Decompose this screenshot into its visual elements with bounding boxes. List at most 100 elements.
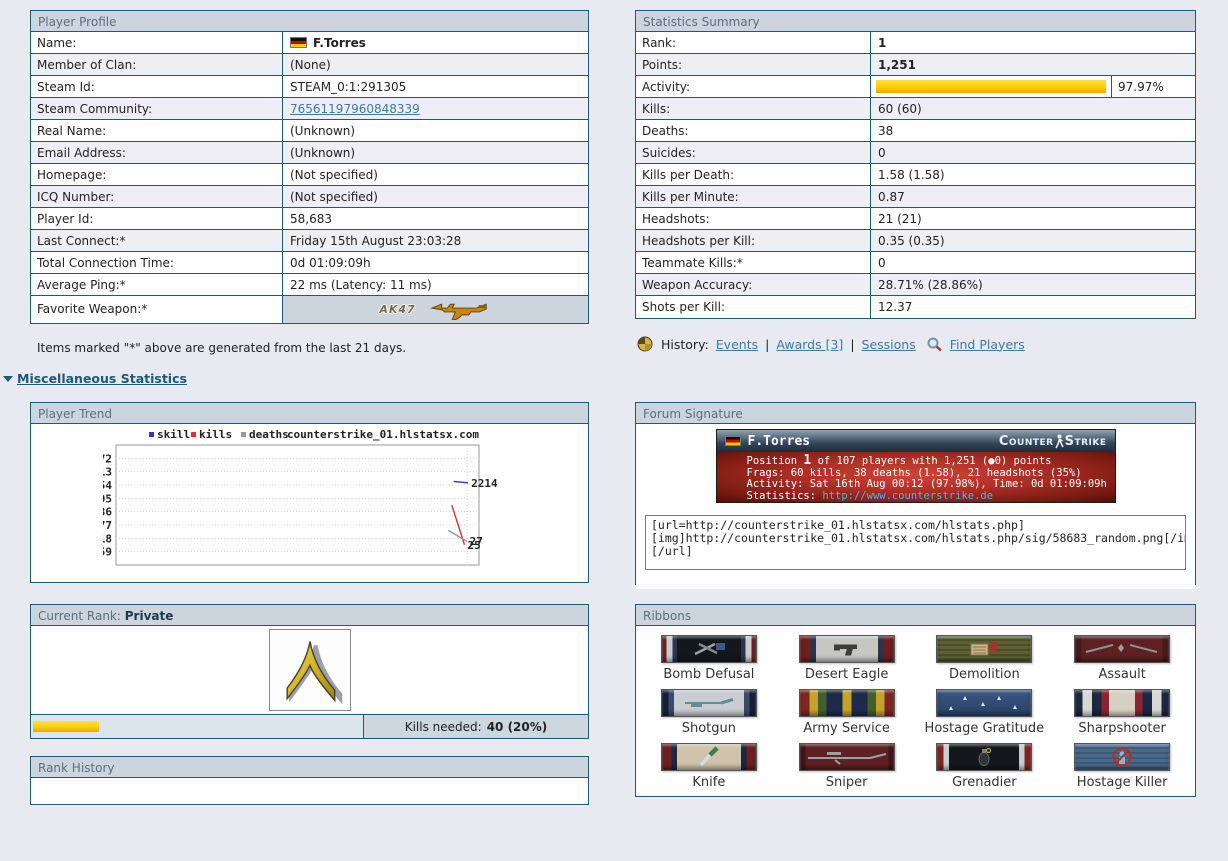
pistol-icon [833,644,857,656]
row-label: Total Connection Time: [31,252,283,273]
rank-history-body [31,778,588,804]
table-row: Homepage: (Not specified) [31,164,588,186]
signature-bbcode-box[interactable]: [url=http://counterstrike_01.hlstatsx.co… [645,515,1186,570]
player-trend-panel: Player Trend skill kills deaths counters… [30,402,589,583]
player-name: F.Torres [313,35,366,50]
table-row: Player Id: 58,683 [31,208,588,230]
kills-needed-value: 40 (20%) [486,719,548,734]
legend-label-skill: skill [157,428,190,441]
legend-swatch-skill [149,432,154,437]
ribbon-label: Demolition [948,667,1020,682]
table-row: Last Connect:* Friday 15th August 23:03:… [31,230,588,252]
row-label: Activity: [636,76,871,97]
table-row: Email Address: (Unknown) [31,142,588,164]
table-row: Favorite Weapon:* AK47 [31,296,588,323]
teammate-kills-value: 0 [878,255,886,270]
suicides-value: 0 [878,145,886,160]
rank-value: 1 [878,35,887,50]
miscellaneous-statistics-link[interactable]: Miscellaneous Statistics [17,371,187,386]
rank-insignia-image [268,629,351,711]
y-tick: 1077 [103,519,112,532]
rank-history-panel: Rank History [30,756,589,805]
steam-id-value: STEAM_0:1:291305 [290,79,407,94]
history-links-row: History: Events | Awards [3] | Sessions … [637,336,1025,352]
trend-chart: skill kills deaths counterstrike_01.hlst… [31,424,588,582]
activity-bar [876,80,1107,93]
find-players-link[interactable]: Find Players [950,337,1025,352]
table-row: Deaths: 38 [636,120,1195,142]
table-row: Shots per Kill: 12.37 [636,296,1195,318]
bbcode-line: [/url] [651,544,693,558]
player-profile-panel: Player Profile Name: F.Torres Member of … [30,10,589,324]
headshots-value: 21 (21) [878,211,922,226]
row-label: Member of Clan: [31,54,283,75]
current-rank-label: Current Rank: [38,609,121,623]
email-value: (Unknown) [290,145,356,160]
counter-strike-figure-icon [1054,434,1064,448]
signature-position-line: Position 1 of 107 players with 1,251 (●0… [746,453,1052,468]
ribbon-item: Knife [640,743,778,790]
legend-label-kills: kills [199,428,232,441]
row-label: Average Ping:* [31,274,283,295]
row-label: Shots per Kill: [636,296,871,318]
ribbon-item: Hostage Gratitude [916,689,1054,736]
y-tick: 2513 [103,466,112,479]
ribbon-label: Desert Eagle [804,667,889,682]
ribbon-item: Desert Eagle [778,635,916,682]
desert-eagle-ribbon-image [798,635,895,663]
table-row: Suicides: 0 [636,142,1195,164]
last-connect-value: Friday 15th August 23:03:28 [290,233,462,248]
connection-time-value: 0d 01:09:09h [290,255,371,270]
table-row: Real Name: (Unknown) [31,120,588,142]
private-chevron-icon [285,641,342,705]
ribbon-item: Army Service [778,689,916,736]
awards-link[interactable]: Awards [3] [776,337,843,352]
ribbon-item: Sharpshooter [1053,689,1191,736]
y-tick: 2872 [103,452,112,465]
hostage-gratitude-ribbon-image [936,689,1033,717]
table-row: Total Connection Time: 0d 01:09:09h [31,252,588,274]
history-icon [637,336,653,352]
sessions-link[interactable]: Sessions [862,337,916,352]
plot-area [115,444,480,566]
army-service-ribbon-image [798,689,895,717]
row-label: Favorite Weapon:* [31,296,283,323]
ribbon-label: Grenadier [952,775,1017,790]
row-label: Weapon Accuracy: [636,274,871,295]
kills-needed-label: Kills needed: [404,719,482,734]
c4-explosive-icon [970,642,998,656]
shotgun-ribbon-image [660,689,757,717]
table-row: Member of Clan: (None) [31,54,588,76]
table-row: Headshots per Kill: 0.35 (0.35) [636,230,1195,252]
player-id-value: 58,683 [290,211,332,226]
activity-percent: 97.97% [1111,76,1195,97]
table-row: Kills per Death: 1.58 (1.58) [636,164,1195,186]
current-rank-header: Current Rank: Private [31,605,588,626]
table-row: Weapon Accuracy: 28.71% (28.86%) [636,274,1195,296]
legend-label-deaths: deaths [249,428,289,441]
rank-progress-bar [33,721,99,732]
deaths-end-label: 27 [470,535,483,548]
counter-strike-logo: Counter Strike [998,433,1107,449]
table-row: Headshots: 21 (21) [636,208,1195,230]
table-row: Teammate Kills:* 0 [636,252,1195,274]
ribbon-label: Shotgun [681,721,737,736]
forum-signature-panel: Forum Signature F.Torres Counter Strike [635,402,1196,589]
demolition-ribbon-image [936,635,1033,663]
row-label: Kills per Death: [636,164,871,185]
signature-url: http://www.counterstrike.de [822,489,994,502]
ribbon-label: Bomb Defusal [663,667,755,682]
icq-value: (Not specified) [290,189,378,204]
grenadier-ribbon-image [936,743,1033,771]
table-row: Points: 1,251 [636,54,1195,76]
events-link[interactable]: Events [716,337,758,352]
rank-history-header: Rank History [31,757,588,778]
row-label: Steam Id: [31,76,283,97]
player-trend-header: Player Trend [31,403,588,424]
kills-per-death-value: 1.58 (1.58) [878,167,945,182]
row-label: Player Id: [31,208,283,229]
signature-banner: F.Torres Counter Strike Position 1 of 10… [715,429,1116,503]
steam-community-link[interactable]: 76561197960848339 [290,102,420,116]
history-label: History: [661,336,709,352]
weapon-accuracy-value: 28.71% (28.86%) [878,277,983,292]
